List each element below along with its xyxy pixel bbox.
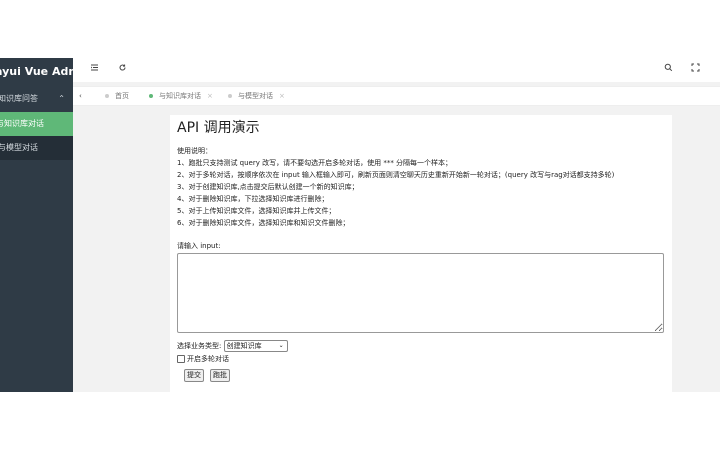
submit-button[interactable]: 提交: [184, 369, 204, 382]
content-panel: API 调用演示 使用说明： 1、跑批只支持测试 query 改写，请不要勾选开…: [170, 115, 672, 392]
chevron-down-icon: ⌄: [278, 342, 284, 349]
query-textarea[interactable]: [177, 253, 664, 333]
tabs-bar: ‹ 首页 与知识库对话 × 与模型对话 ×: [73, 86, 720, 106]
instruction-line: 6、对于删除知识库文件，选择知识库和知识文件删除；: [177, 219, 350, 227]
topbar: [73, 58, 720, 82]
sidebar-item-knowledge-chat[interactable]: 与知识库对话: [0, 112, 73, 136]
tab-home[interactable]: 首页: [105, 87, 129, 105]
search-icon[interactable]: [664, 63, 673, 75]
page-title: API 调用演示: [177, 120, 260, 136]
business-type-row: 选择业务类型: 创建知识库 ⌄: [177, 340, 288, 352]
fullscreen-icon[interactable]: [691, 63, 700, 75]
main-area: ‹ 首页 与知识库对话 × 与模型对话 × API 调用演示 使用说明： 1、跑批只…: [73, 58, 720, 392]
chevron-up-icon: ⌃: [58, 94, 65, 103]
sidebar-item-label: 与知识库对话: [0, 119, 44, 128]
input-label: 请输入 input:: [177, 242, 221, 250]
sidebar-group-label: 知识库问答: [0, 94, 38, 103]
instruction-line: 使用说明：: [177, 147, 212, 155]
multi-turn-row: 开启多轮对话: [177, 354, 229, 364]
sidebar: Layui Vue Admin 知识库问答 ⌃ 与知识库对话 与模型对话: [0, 58, 73, 392]
refresh-icon[interactable]: [118, 63, 127, 75]
batch-button[interactable]: 跑批: [210, 369, 230, 382]
business-type-label: 选择业务类型:: [177, 342, 222, 350]
instruction-line: 2、对于多轮对话，按顺序依次在 input 输入框输入即可，刷新页面则清空聊天历…: [177, 171, 615, 179]
menu-fold-icon[interactable]: [90, 63, 99, 75]
sidebar-item-label: 与模型对话: [0, 143, 38, 152]
multi-turn-label: 开启多轮对话: [187, 355, 229, 363]
tabs-scroll-left-icon[interactable]: ‹: [79, 87, 82, 105]
app-shell: Layui Vue Admin 知识库问答 ⌃ 与知识库对话 与模型对话: [0, 58, 720, 392]
instruction-line: 1、跑批只支持测试 query 改写，请不要勾选开启多轮对话，使用 *** 分隔…: [177, 159, 453, 167]
brand-title: Layui Vue Admin: [0, 65, 73, 78]
instruction-line: 3、对于创建知识库,点击提交后默认创建一个新的知识库；: [177, 183, 359, 191]
sidebar-group-knowledge-qa[interactable]: 知识库问答 ⌃: [0, 86, 73, 112]
tab-dot-icon: [105, 94, 109, 98]
instructions: 使用说明： 1、跑批只支持测试 query 改写，请不要勾选开启多轮对话，使用 …: [177, 145, 667, 229]
tab-dot-icon: [149, 94, 153, 98]
business-type-select[interactable]: 创建知识库 ⌄: [223, 340, 288, 352]
instruction-line: 5、对于上传知识库文件，选择知识库并上传文件；: [177, 207, 336, 215]
multi-turn-checkbox[interactable]: [177, 355, 185, 363]
sidebar-item-model-chat[interactable]: 与模型对话: [0, 136, 73, 160]
tab-model-chat[interactable]: 与模型对话 ×: [228, 87, 285, 105]
tab-knowledge-chat[interactable]: 与知识库对话 ×: [149, 87, 213, 105]
close-icon[interactable]: ×: [207, 92, 213, 100]
close-icon[interactable]: ×: [279, 92, 285, 100]
tab-dot-icon: [228, 94, 232, 98]
instruction-line: 4、对于删除知识库，下拉选择知识库进行删除；: [177, 195, 329, 203]
